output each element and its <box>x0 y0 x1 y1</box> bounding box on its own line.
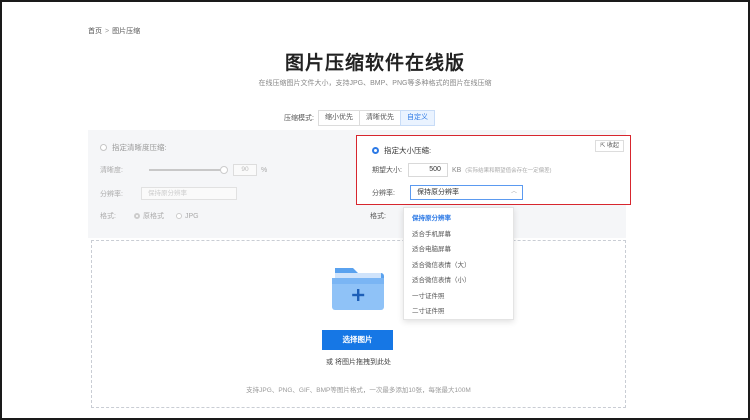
dropdown-option[interactable]: 保持原分辨率 <box>404 211 513 227</box>
format-original-radio[interactable] <box>133 213 140 219</box>
size-compression-radio[interactable] <box>372 147 379 154</box>
clarity-value-input[interactable]: 90 <box>232 164 257 176</box>
dropdown-option[interactable]: 适合微信表情（小） <box>404 273 513 289</box>
select-image-button[interactable]: 选择图片 <box>322 330 393 350</box>
mode-option-clarity-first[interactable]: 清晰优先 <box>358 110 401 126</box>
support-hint: 支持JPG、PNG、GIF、BMP等图片格式，一次最多添加10张，每张最大100… <box>246 387 471 394</box>
dropdown-option[interactable]: 适合微信表情（大） <box>404 258 513 274</box>
right-resolution-label: 分辨率: <box>372 189 395 197</box>
dropdown-option[interactable]: 适合电脑屏幕 <box>404 242 513 258</box>
chevron-up-icon: ︿ <box>510 189 517 195</box>
dropdown-option[interactable]: 适合手机屏幕 <box>404 227 513 243</box>
breadcrumb: 首页 > 图片压缩 <box>88 26 140 36</box>
expected-size-unit: KB <box>451 166 462 174</box>
page-title: 图片压缩软件在线版 <box>284 53 465 74</box>
size-compression-section: 指定大小压缩: ⇱ 收起 期望大小: 500 KB (实际结果和期望值会存在一定… <box>356 135 631 205</box>
collapse-label: 收起 <box>606 143 619 149</box>
left-format-label: 格式: <box>100 213 116 220</box>
clarity-slider-knob[interactable] <box>219 166 228 174</box>
left-resolution-label: 分辨率: <box>100 190 123 198</box>
expected-size-hint: (实际结果和期望值会存在一定偏差) <box>465 168 552 174</box>
clarity-compression-radio[interactable] <box>100 144 107 151</box>
compression-mode-selector: 压缩模式: 缩小优先 清晰优先 自定义 <box>284 110 435 126</box>
collapse-button[interactable]: ⇱ 收起 <box>595 140 624 152</box>
clarity-slider[interactable] <box>148 166 228 174</box>
right-resolution-select[interactable]: 保持原分辨率 ︿ <box>409 185 523 200</box>
resolution-dropdown-menu: 保持原分辨率 适合手机屏幕 适合电脑屏幕 适合微信表情（大） 适合微信表情（小）… <box>403 207 514 320</box>
mode-option-small-first[interactable]: 缩小优先 <box>317 110 360 126</box>
expected-size-input[interactable]: 500 <box>407 163 448 177</box>
clarity-compression-label: 指定清晰度压缩: <box>112 143 167 152</box>
format-original-label: 原格式 <box>142 213 164 220</box>
breadcrumb-current: 图片压缩 <box>112 28 141 35</box>
size-compression-label: 指定大小压缩: <box>384 146 432 155</box>
dropdown-option[interactable]: 二寸证件照 <box>404 304 513 320</box>
right-format-label: 格式: <box>370 213 386 220</box>
dropdown-option[interactable]: 一寸证件照 <box>404 289 513 305</box>
left-resolution-select[interactable]: 保持原分辨率 <box>140 187 237 200</box>
compression-mode-label: 压缩模式: <box>284 115 314 122</box>
drag-hint: 或 将图片拖拽到此处 <box>326 359 391 366</box>
page-subtitle: 在线压缩图片文件大小，支持JPG、BMP、PNG等多种格式的图片在线压缩 <box>258 80 492 87</box>
folder-add-icon <box>332 268 384 310</box>
clarity-label: 清晰度: <box>100 167 123 174</box>
clarity-compression-section: 指定清晰度压缩: 清晰度: 90 % 分辨率: 保持原分辨率 格式: 原格式 J… <box>100 142 360 220</box>
breadcrumb-home[interactable]: 首页 <box>88 26 102 36</box>
clarity-unit: % <box>260 166 268 174</box>
format-jpg-radio[interactable] <box>175 213 182 219</box>
breadcrumb-separator: > <box>105 28 110 35</box>
mode-option-custom[interactable]: 自定义 <box>399 110 435 126</box>
format-jpg-label: JPG <box>184 212 199 220</box>
collapse-icon: ⇱ <box>600 143 606 149</box>
right-resolution-value: 保持原分辨率 <box>416 189 459 196</box>
expected-size-label: 期望大小: <box>372 167 402 174</box>
